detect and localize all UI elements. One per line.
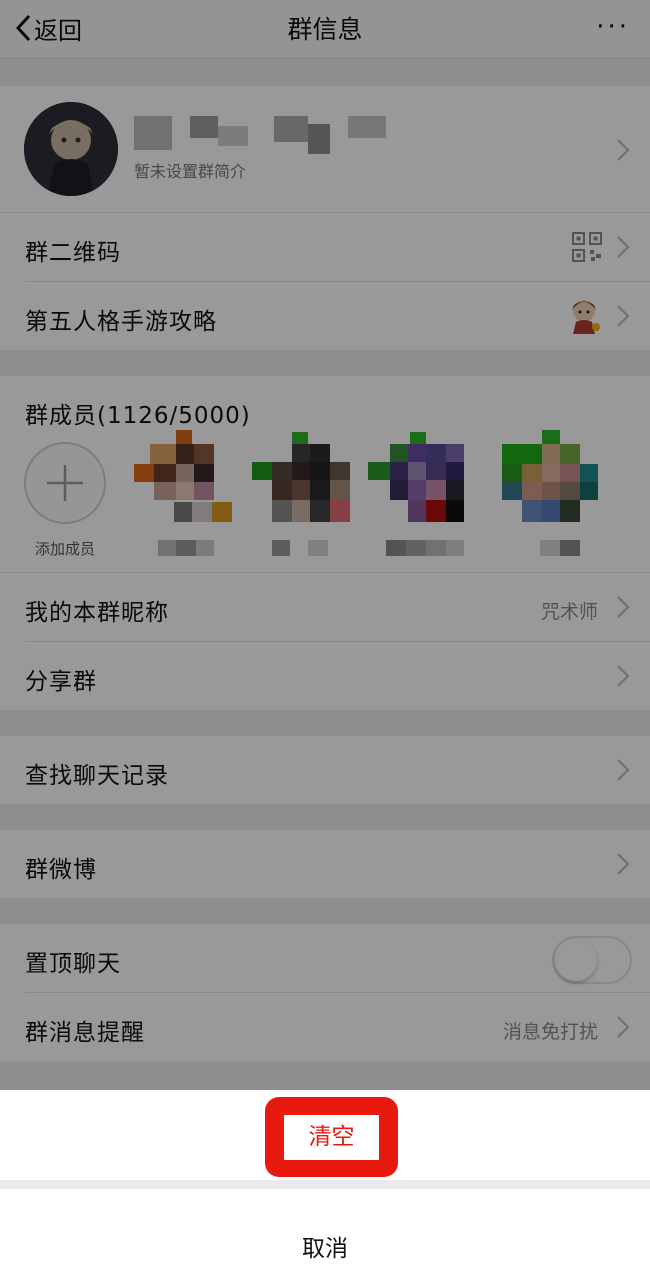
sheet-separator	[0, 1180, 650, 1189]
dim-overlay[interactable]	[0, 0, 650, 1090]
cancel-button[interactable]: 取消	[0, 1229, 650, 1263]
clear-button[interactable]: 清空	[284, 1115, 379, 1160]
